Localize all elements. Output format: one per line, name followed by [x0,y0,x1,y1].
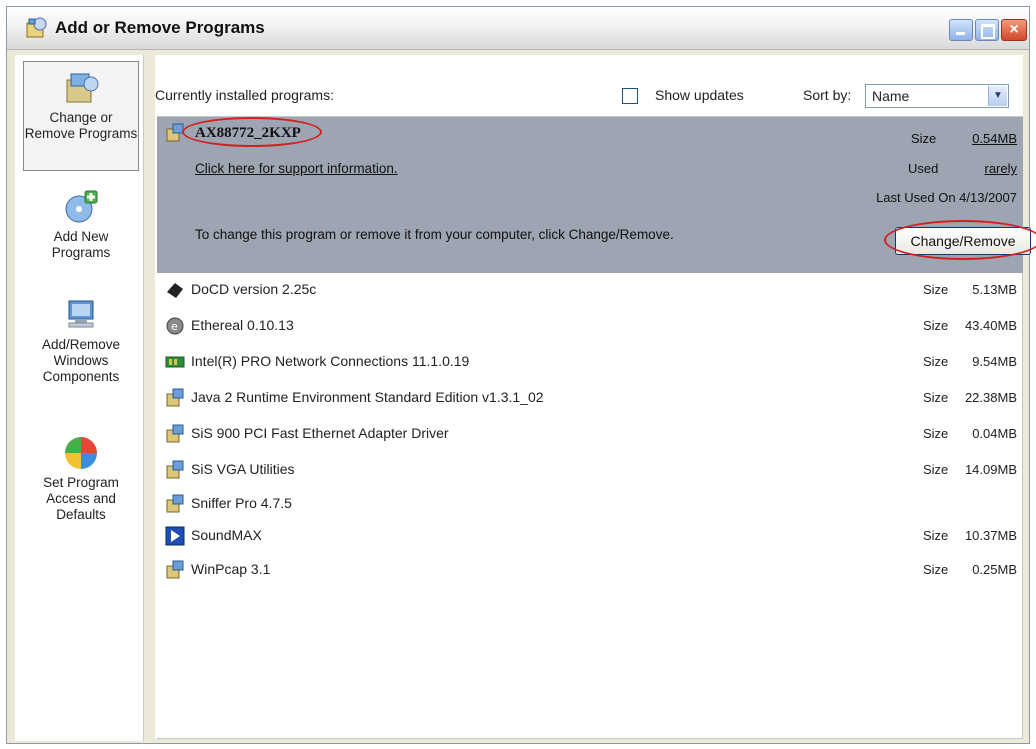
list-item[interactable]: Java 2 Runtime Environment Standard Edit… [157,381,1023,417]
sidebar-item-add-new[interactable]: Add New Programs [23,181,139,261]
sort-by-value: Name [872,88,910,104]
window-title: Add or Remove Programs [55,18,265,37]
close-button[interactable]: × [1001,19,1027,41]
program-name: Sniffer Pro 4.7.5 [191,495,292,511]
program-name: SoundMAX [191,527,262,543]
last-used-date: Last Used On 4/13/2007 [876,190,1017,205]
list-item[interactable]: SiS 900 PCI Fast Ethernet Adapter Driver… [157,417,1023,453]
size-label: Size [923,462,949,477]
list-item[interactable]: Sniffer Pro 4.7.5 [157,487,1023,523]
title-bar[interactable]: Add or Remove Programs × [7,7,1029,50]
program-size: 9.54MB [972,354,1017,369]
add-programs-icon [65,190,98,223]
program-name: SiS 900 PCI Fast Ethernet Adapter Driver [191,425,449,441]
sidebar-item-label: Set Program Access and Defaults [43,475,119,522]
docd-icon [167,283,183,298]
program-name: Java 2 Runtime Environment Standard Edit… [191,389,544,405]
show-updates-checkbox[interactable] [622,88,638,104]
windows-components-icon [68,300,94,328]
list-item[interactable]: SiS VGA Utilities Size 14.09MB [157,453,1023,489]
chevron-down-icon[interactable]: ▼ [988,86,1007,106]
program-name: Ethereal 0.10.13 [191,317,294,333]
used-value[interactable]: rarely [984,161,1017,176]
installer-icon [166,494,184,513]
change-instructions: To change this program or remove it from… [195,227,674,242]
programs-pane: Currently installed programs: Show updat… [155,55,1036,739]
annotation-circle-name [182,117,322,147]
close-icon: × [1009,21,1019,38]
ethereal-icon: e [166,317,184,335]
program-list[interactable]: AX88772_2KXP Click here for support info… [157,116,1036,739]
used-label: Used [908,161,939,176]
svg-text:e: e [171,320,178,333]
size-label: Size [923,426,949,441]
size-label: Size [923,318,949,333]
list-item[interactable]: e Ethereal 0.10.13 Size 43.40MB [157,309,1023,345]
program-access-icon [65,437,97,469]
sort-by-label: Sort by: [803,87,852,103]
sort-by-dropdown[interactable]: Name ▼ [865,84,1009,108]
minimize-button[interactable] [949,19,973,41]
size-label: Size [923,528,949,543]
support-info-link[interactable]: Click here for support information. [195,161,398,176]
size-label: Size [923,354,949,369]
program-size: 0.25MB [972,562,1017,577]
program-size: 10.37MB [964,528,1017,543]
list-item[interactable]: Intel(R) PRO Network Connections 11.1.0.… [157,345,1023,381]
network-card-icon [165,356,185,368]
size-label: Size [923,282,949,297]
program-size: 0.04MB [972,426,1017,441]
installer-icon [166,424,184,443]
program-name: WinPcap 3.1 [191,561,271,577]
sidebar-item-label: Add/Remove Windows Components [41,337,121,384]
installed-programs-label: Currently installed programs: [155,87,334,103]
soundmax-icon [165,526,185,546]
selected-program-row[interactable]: AX88772_2KXP Click here for support info… [157,117,1036,273]
installer-icon [166,460,184,479]
size-label: Size [911,131,937,146]
sidebar-item-program-access[interactable]: Set Program Access and Defaults [23,427,139,523]
task-sidebar: Change or Remove Programs Add New Progra… [15,55,144,741]
installer-icon [166,388,184,407]
program-size: 22.38MB [964,390,1017,405]
size-label: Size [923,562,949,577]
program-name: DoCD version 2.25c [191,281,317,297]
program-name: SiS VGA Utilities [191,461,295,477]
list-item[interactable]: SoundMAX Size 10.37MB [157,519,1023,555]
size-label: Size [923,390,949,405]
sidebar-item-change-remove[interactable]: Change or Remove Programs [23,61,139,171]
list-item[interactable]: DoCD version 2.25c Size 5.13MB [157,273,1023,309]
add-remove-programs-icon [26,17,47,38]
add-remove-programs-window: Add or Remove Programs × Change or Remov… [6,6,1036,744]
program-size: 5.13MB [972,282,1017,297]
sidebar-item-label: Change or Remove Programs [24,110,138,141]
list-item[interactable]: WinPcap 3.1 Size 0.25MB [157,553,1023,589]
change-remove-icon [66,73,99,103]
size-value[interactable]: 0.54MB [972,131,1017,146]
installer-icon [166,560,184,579]
show-updates-label[interactable]: Show updates [655,87,744,103]
program-size: 43.40MB [964,318,1017,333]
program-size: 14.09MB [964,462,1017,477]
sidebar-item-label: Add New Programs [51,229,111,260]
sidebar-item-windows-components[interactable]: Add/Remove Windows Components [23,289,139,385]
maximize-button[interactable] [975,19,999,41]
annotation-circle-button [884,220,1036,260]
program-name: Intel(R) PRO Network Connections 11.1.0.… [191,353,470,369]
